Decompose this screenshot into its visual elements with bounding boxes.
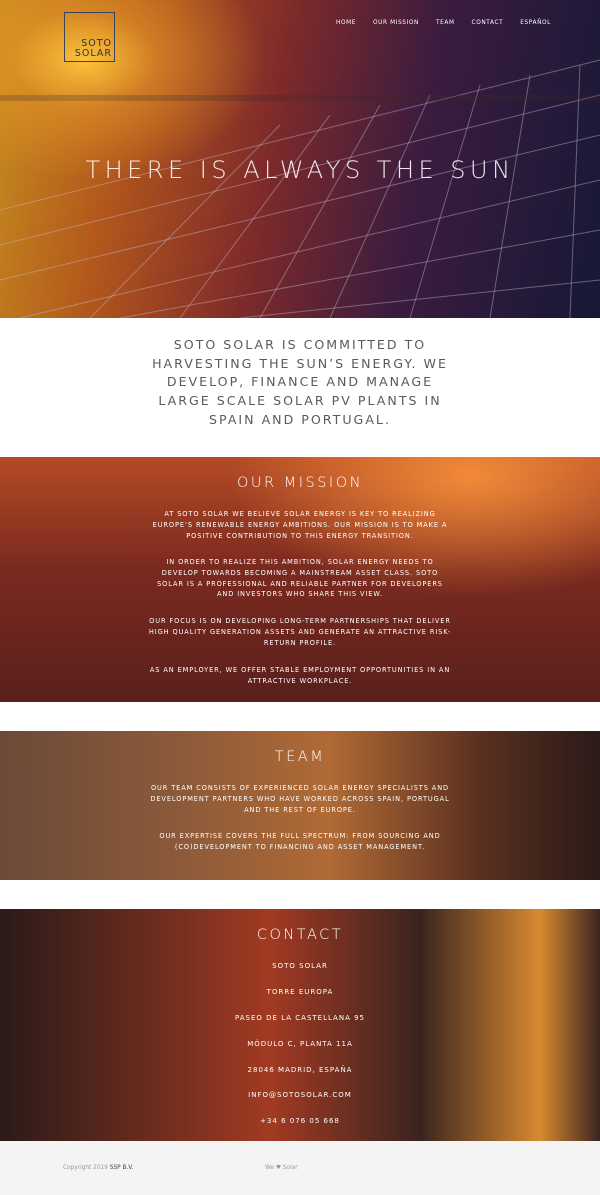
contact-company: SOTO SOLAR [272,962,328,970]
mission-title: OUR MISSION [237,475,363,491]
copyright-owner-link[interactable]: SSP B.V. [110,1165,134,1171]
mission-paragraph-4: AS AN EMPLOYER, WE OFFER STABLE EMPLOYME… [149,666,451,685]
contact-section: CONTACT SOTO SOLAR TORRE EUROPA PASEO DE… [0,909,600,1141]
love-prefix: We [265,1165,274,1171]
love-solar: We ♥ Solar [265,1165,298,1171]
logo-text-solar: SOLAR [74,48,112,59]
mission-section: OUR MISSION AT SOTO SOLAR WE BELIEVE SOL… [0,457,600,702]
footer: Copyright 2019 SSP B.V. We ♥ Solar [0,1141,600,1195]
team-paragraph-1: OUR TEAM CONSISTS OF EXPERIENCED SOLAR E… [150,784,450,814]
intro-text: SOTO SOLAR IS COMMITTED TO HARVESTING TH… [152,337,448,427]
contact-city: 28046 MADRID, ESPAÑA [247,1066,353,1074]
contact-title: CONTACT [256,927,344,943]
mission-paragraph-2: IN ORDER TO REALIZE THIS AMBITION, SOLAR… [157,558,443,599]
contact-street: PASEO DE LA CASTELLANA 95 [235,1014,365,1022]
team-section: TEAM OUR TEAM CONSISTS OF EXPERIENCED SO… [0,731,600,880]
mission-paragraph-3: OUR FOCUS IS ON DEVELOPING LONG-TERM PAR… [148,617,452,647]
nav-our-mission[interactable]: OUR MISSION [373,20,419,26]
heart-icon: ♥ [275,1165,282,1171]
hero-title: THERE IS ALWAYS THE SUN [85,156,515,184]
copyright-text: Copyright 2019 [63,1165,108,1171]
love-suffix: Solar [282,1165,298,1171]
contact-building: TORRE EUROPA [266,988,334,996]
team-paragraph-2: OUR EXPERTISE COVERS THE FULL SPECTRUM: … [159,832,441,851]
copyright: Copyright 2019 SSP B.V. [63,1165,133,1171]
nav-home[interactable]: HOME [336,20,356,26]
soto-solar-logo[interactable]: SOTO SOLAR [64,12,115,62]
nav-espanol[interactable]: ESPAÑOL [520,20,551,26]
mission-paragraph-1: AT SOTO SOLAR WE BELIEVE SOLAR ENERGY IS… [152,510,448,540]
nav-contact[interactable]: CONTACT [472,20,504,26]
contact-email[interactable]: INFO@SOTOSOLAR.COM [0,1091,600,1099]
main-nav: HOME OUR MISSION TEAM CONTACT ESPAÑOL [336,20,568,26]
intro-section: SOTO SOLAR IS COMMITTED TO HARVESTING TH… [0,318,600,457]
team-title: TEAM [274,749,326,765]
hero-section: SOTO SOLAR HOME OUR MISSION TEAM CONTACT… [0,0,600,318]
nav-team[interactable]: TEAM [436,20,455,26]
contact-phone[interactable]: +34 6 076 05 668 [0,1117,600,1125]
contact-floor: MÓDULO C, PLANTA 11A [247,1040,353,1048]
